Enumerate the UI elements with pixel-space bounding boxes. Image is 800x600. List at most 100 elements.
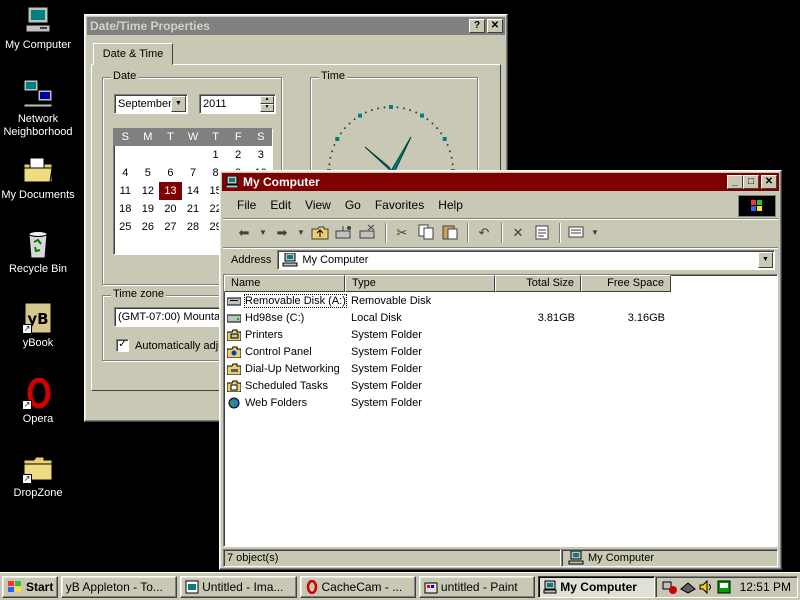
address-input[interactable]: My Computer ▼ bbox=[277, 249, 775, 270]
forward-dropdown-icon[interactable]: ▼ bbox=[295, 223, 307, 243]
calendar-day[interactable]: 14 bbox=[182, 182, 205, 200]
row-name-cell[interactable]: Control Panel bbox=[224, 346, 345, 358]
spin-down-icon[interactable]: ▼ bbox=[260, 104, 274, 112]
delete-icon[interactable]: ✕ bbox=[507, 223, 529, 243]
table-row[interactable]: Dial-Up Networking System Folder bbox=[224, 360, 777, 377]
desktop-icon-ybook[interactable]: yB ↗ yBook bbox=[0, 302, 76, 350]
clock-hour-mark bbox=[335, 137, 340, 141]
datetime-titlebar[interactable]: Date/Time Properties ? ✕ bbox=[87, 17, 505, 35]
properties-icon[interactable] bbox=[531, 223, 553, 243]
table-row[interactable]: Hd98se (C:) Local Disk 3.81GB 3.16GB bbox=[224, 309, 777, 326]
back-dropdown-icon[interactable]: ▼ bbox=[257, 223, 269, 243]
calendar-day[interactable]: 19 bbox=[137, 200, 160, 218]
column-type[interactable]: Type bbox=[345, 275, 495, 292]
auto-adjust-checkbox[interactable]: ✓ bbox=[116, 339, 129, 352]
up-folder-icon[interactable] bbox=[309, 223, 331, 243]
table-row[interactable]: Removable Disk (A:) Removable Disk bbox=[224, 292, 777, 309]
spin-up-icon[interactable]: ▲ bbox=[260, 96, 274, 104]
views-dropdown-icon[interactable]: ▼ bbox=[589, 223, 601, 243]
calendar-day[interactable]: 1 bbox=[204, 146, 227, 164]
table-row[interactable]: Printers System Folder bbox=[224, 326, 777, 343]
calendar-day[interactable]: 20 bbox=[159, 200, 182, 218]
calendar-day[interactable]: 18 bbox=[114, 200, 137, 218]
task-button-imaging[interactable]: Untitled - Ima... bbox=[180, 575, 297, 598]
calendar-day[interactable]: 11 bbox=[114, 182, 137, 200]
menu-file[interactable]: File bbox=[237, 198, 256, 212]
menu-go[interactable]: Go bbox=[345, 198, 361, 212]
volume-icon[interactable] bbox=[698, 579, 714, 595]
calendar-day[interactable]: 13 bbox=[159, 182, 182, 200]
table-row[interactable]: Scheduled Tasks System Folder bbox=[224, 377, 777, 394]
desktop-icon-my-computer[interactable]: My Computer bbox=[0, 4, 76, 52]
my-computer-window[interactable]: My Computer _ □ ✕ File Edit View Go Favo… bbox=[219, 170, 782, 570]
row-name-cell[interactable]: Removable Disk (A:) bbox=[224, 293, 347, 308]
calendar-day[interactable]: 5 bbox=[137, 164, 160, 182]
desktop-icon-label: My Documents bbox=[1, 189, 75, 201]
scheduler-icon[interactable] bbox=[716, 579, 732, 595]
row-name-cell[interactable]: Dial-Up Networking bbox=[224, 363, 345, 375]
menu-favorites[interactable]: Favorites bbox=[375, 198, 424, 212]
back-arrow-icon[interactable]: ⬅ bbox=[233, 223, 255, 243]
menu-view[interactable]: View bbox=[305, 198, 331, 212]
row-name-cell[interactable]: Scheduled Tasks bbox=[224, 380, 345, 392]
calendar-day[interactable]: 26 bbox=[137, 218, 160, 236]
address-value: My Computer bbox=[302, 253, 369, 266]
column-total-size[interactable]: Total Size bbox=[495, 275, 581, 292]
help-button[interactable]: ? bbox=[469, 19, 485, 33]
tab-date-time[interactable]: Date & Time bbox=[93, 43, 173, 65]
calendar-day[interactable]: 6 bbox=[159, 164, 182, 182]
column-name[interactable]: Name bbox=[224, 275, 345, 292]
desktop-icon-network-neighborhood[interactable]: Network Neighborhood bbox=[0, 78, 76, 139]
calendar-day[interactable]: 7 bbox=[182, 164, 205, 182]
row-name-cell[interactable]: Hd98se (C:) bbox=[224, 312, 345, 324]
chevron-down-icon[interactable]: ▼ bbox=[171, 96, 186, 112]
maximize-button[interactable]: □ bbox=[743, 175, 759, 189]
task-button-paint[interactable]: untitled - Paint bbox=[418, 575, 536, 598]
clock[interactable]: 12:51 PM bbox=[740, 580, 791, 594]
task-button-appleton[interactable]: yB Appleton - To... bbox=[60, 575, 178, 598]
calendar-day[interactable]: 3 bbox=[249, 146, 272, 164]
disconnect-drive-icon[interactable] bbox=[357, 223, 379, 243]
chevron-down-icon[interactable]: ▼ bbox=[758, 251, 773, 268]
desktop-icon-dropzone[interactable]: ↗ DropZone bbox=[0, 452, 76, 500]
undo-icon[interactable]: ↶ bbox=[473, 223, 495, 243]
calendar-day[interactable]: 25 bbox=[114, 218, 137, 236]
row-name-cell[interactable]: Web Folders bbox=[224, 397, 345, 409]
calendar-day[interactable]: 28 bbox=[182, 218, 205, 236]
row-name-cell[interactable]: Printers bbox=[224, 329, 345, 341]
menu-help[interactable]: Help bbox=[438, 198, 463, 212]
calendar-day[interactable]: 2 bbox=[227, 146, 250, 164]
minimize-button[interactable]: _ bbox=[727, 175, 743, 189]
views-icon[interactable] bbox=[565, 223, 587, 243]
column-header: Name Type Total Size Free Space bbox=[224, 275, 777, 292]
network-status-icon[interactable] bbox=[662, 579, 678, 595]
table-row[interactable]: Web Folders System Folder bbox=[224, 394, 777, 411]
menu-edit[interactable]: Edit bbox=[270, 198, 291, 212]
calendar-day[interactable]: 27 bbox=[159, 218, 182, 236]
table-row[interactable]: Control Panel System Folder bbox=[224, 343, 777, 360]
calendar-day[interactable]: 12 bbox=[137, 182, 160, 200]
month-select[interactable]: September ▼ bbox=[114, 94, 188, 114]
clock-minute-mark bbox=[448, 150, 451, 153]
cut-icon[interactable]: ✂ bbox=[391, 223, 413, 243]
file-list[interactable]: Name Type Total Size Free Space Removabl… bbox=[223, 274, 778, 547]
map-drive-icon[interactable] bbox=[333, 223, 355, 243]
my-computer-titlebar[interactable]: My Computer _ □ ✕ bbox=[222, 173, 779, 191]
desktop-icon-opera[interactable]: ↗ Opera bbox=[0, 377, 76, 426]
column-free-space[interactable]: Free Space bbox=[581, 275, 671, 292]
task-button-cachecam[interactable]: CacheCam - ... bbox=[299, 575, 416, 598]
modem-icon[interactable] bbox=[679, 579, 696, 595]
desktop-icon-my-documents[interactable]: My Documents bbox=[0, 154, 76, 202]
task-button-my-computer[interactable]: My Computer bbox=[538, 575, 655, 598]
calendar-day[interactable]: 21 bbox=[182, 200, 205, 218]
year-spin-buttons[interactable]: ▲ ▼ bbox=[260, 96, 274, 112]
year-spinner[interactable]: 2011 ▲ ▼ bbox=[199, 94, 276, 114]
close-button[interactable]: ✕ bbox=[761, 175, 777, 189]
close-button[interactable]: ✕ bbox=[487, 19, 503, 33]
paste-icon[interactable] bbox=[439, 223, 461, 243]
start-button[interactable]: Start bbox=[2, 575, 58, 598]
forward-arrow-icon[interactable]: ➡ bbox=[271, 223, 293, 243]
calendar-day[interactable]: 4 bbox=[114, 164, 137, 182]
desktop-icon-recycle-bin[interactable]: Recycle Bin bbox=[0, 228, 76, 276]
copy-icon[interactable] bbox=[415, 223, 437, 243]
